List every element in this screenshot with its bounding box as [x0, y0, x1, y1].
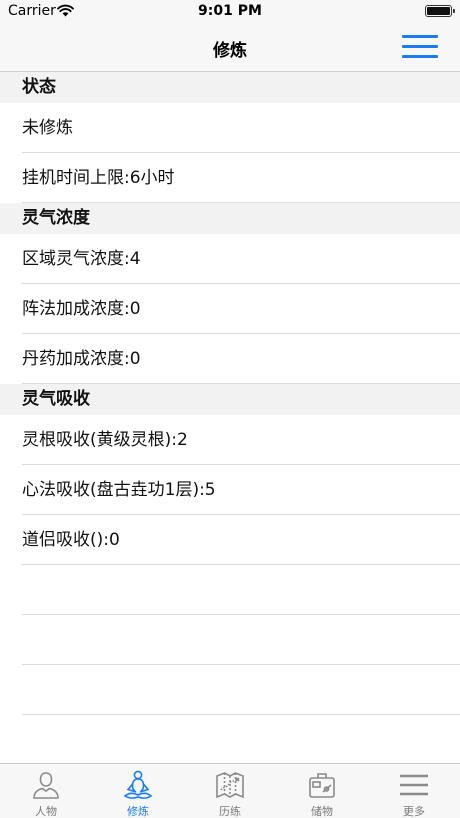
status-bar: Carrier 9:01 PM: [0, 0, 460, 22]
tab-storage[interactable]: 储物: [276, 764, 368, 818]
hamburger-menu-icon[interactable]: [402, 34, 438, 60]
tab-label: 修炼: [127, 805, 149, 818]
empty-row: [0, 665, 460, 715]
empty-row: [0, 615, 460, 665]
tab-person[interactable]: 人物: [0, 764, 92, 818]
tab-bar: 人物 修炼 历练 储物 更多: [0, 763, 460, 818]
clock: 9:01 PM: [198, 3, 262, 19]
list-row-technique-absorption: 心法吸收(盘古垚功1层):5: [0, 465, 460, 515]
list-row-status: 未修炼: [0, 103, 460, 153]
tab-label: 更多: [403, 805, 425, 818]
navigation-bar: 修炼: [0, 22, 460, 72]
cultivation-list: 状态 未修炼 挂机时间上限:6小时 灵气浓度 区域灵气浓度:4 阵法加成浓度:0…: [0, 72, 460, 765]
tab-label: 人物: [35, 805, 57, 818]
battery-icon: [425, 5, 455, 17]
section-header-qi-absorption: 灵气吸收: [0, 384, 460, 415]
list-row-area-density: 区域灵气浓度:4: [0, 234, 460, 284]
tab-more[interactable]: 更多: [368, 764, 460, 818]
section-header-status: 状态: [0, 72, 460, 103]
person-icon: [33, 772, 59, 799]
more-icon: [400, 774, 428, 796]
list-row-idle-limit: 挂机时间上限:6小时: [0, 153, 460, 203]
empty-row: [0, 565, 460, 615]
empty-row: [0, 715, 460, 765]
tab-label: 历练: [219, 805, 241, 818]
bag-icon: [309, 773, 335, 798]
map-icon: [216, 772, 244, 799]
list-row-array-density: 阵法加成浓度:0: [0, 284, 460, 334]
tab-adventure[interactable]: 历练: [184, 764, 276, 818]
section-header-qi-density: 灵气浓度: [0, 203, 460, 234]
tab-cultivation[interactable]: 修炼: [92, 764, 184, 818]
tab-label: 储物: [311, 805, 333, 818]
list-row-root-absorption: 灵根吸收(黄级灵根):2: [0, 415, 460, 465]
list-row-partner-absorption: 道侣吸收():0: [0, 515, 460, 565]
meditation-icon: [123, 770, 153, 799]
list-row-pill-density: 丹药加成浓度:0: [0, 334, 460, 384]
page-title: 修炼: [213, 41, 247, 61]
